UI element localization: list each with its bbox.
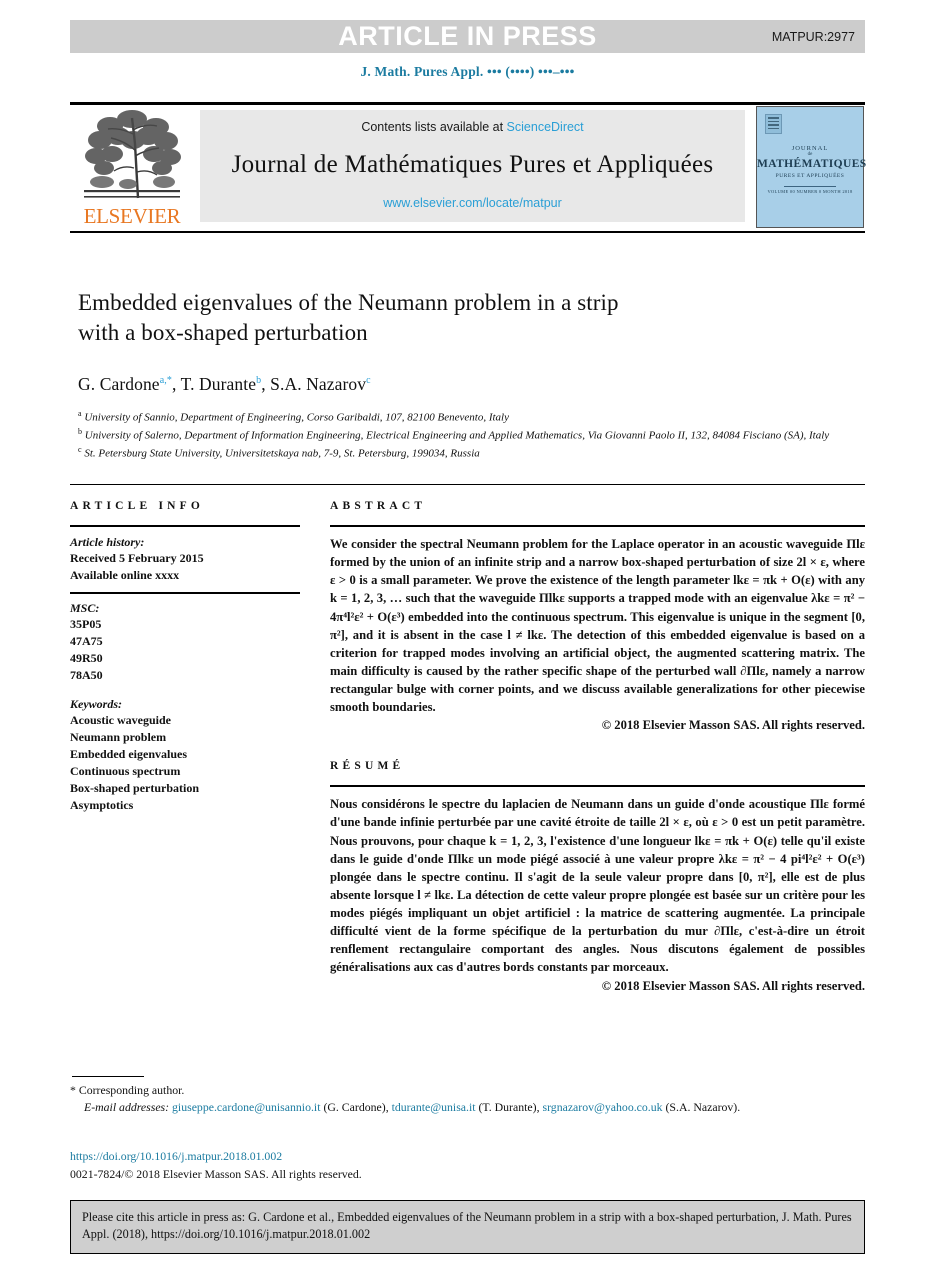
- article-history-label: Article history:: [70, 535, 145, 549]
- corresponding-author-mark: *: [70, 1083, 76, 1097]
- author-affiliation-mark: b: [256, 374, 262, 386]
- keyword-item: Embedded eigenvalues: [70, 746, 188, 761]
- article-in-press-label: ARTICLE IN PRESS: [338, 21, 597, 51]
- cover-line-mathematiques: MATHÉMATIQUES: [757, 158, 867, 170]
- footnote-divider: [72, 1076, 144, 1077]
- email-link[interactable]: tdurante@unisa.it: [392, 1100, 476, 1114]
- elsevier-logo: ELSEVIER: [72, 108, 190, 230]
- title-block: Embedded eigenvalues of the Neumann prob…: [78, 288, 868, 463]
- resume-rule: [330, 785, 865, 788]
- affiliation-mark: b: [78, 427, 82, 437]
- elsevier-tree-icon: [84, 110, 181, 199]
- cover-line-journal: JOURNAL: [791, 145, 829, 152]
- manuscript-id-label: MATPUR:2977: [771, 29, 855, 44]
- sciencedirect-link[interactable]: ScienceDirect: [507, 120, 584, 134]
- email-addresses-label: E-mail addresses:: [84, 1100, 170, 1115]
- journal-title: Journal de Mathématiques Pures et Appliq…: [231, 151, 714, 178]
- journal-homepage-link[interactable]: www.elsevier.com/locate/matpur: [383, 196, 562, 210]
- keyword-item: Asymptotics: [70, 797, 134, 812]
- keywords-label: Keywords:: [70, 696, 122, 711]
- author-name[interactable]: G. Cardone: [78, 374, 160, 394]
- affiliation-item: b University of Salerno, Department of I…: [78, 426, 868, 444]
- cover-line-de: de: [807, 152, 813, 157]
- journal-masthead: ELSEVIER Contents lists available at Sci…: [70, 102, 867, 233]
- elsevier-wordmark: ELSEVIER: [83, 204, 181, 228]
- author-name[interactable]: T. Durante: [181, 374, 257, 394]
- title-section-divider: [70, 484, 865, 485]
- journal-cover-thumbnail: JOURNAL de MATHÉMATIQUES PURES ET APPLIQ…: [756, 106, 867, 228]
- abstract-copyright: © 2018 Elsevier Masson SAS. All rights r…: [601, 718, 865, 733]
- abstract-column: ABSTRACT We consider the spectral Neuman…: [330, 500, 865, 994]
- cover-line-volume: VOLUME 00 NUMBER 0 MONTH 2018: [767, 189, 853, 194]
- cover-badge-icon: [765, 114, 782, 134]
- email-link[interactable]: giuseppe.cardone@unisannio.it: [172, 1100, 320, 1114]
- article-info-heading: ARTICLE INFO: [70, 500, 205, 512]
- paper-title-line-2: with a box-shaped perturbation: [78, 319, 368, 345]
- author-affiliation-mark: c: [366, 374, 371, 386]
- article-info-rule-top: [70, 525, 300, 527]
- affiliation-item: c St. Petersburg State University, Unive…: [78, 444, 868, 462]
- msc-code: 47A75: [70, 633, 103, 648]
- article-info-column: ARTICLE INFO Article history: Received 5…: [70, 500, 315, 994]
- resume-section: RÉSUMÉ Nous considérons le spectre du la…: [330, 760, 865, 993]
- masthead-bottom-rule: [70, 231, 865, 233]
- abstract-text: We consider the spectral Neumann problem…: [330, 537, 865, 715]
- paper-title-line-1: Embedded eigenvalues of the Neumann prob…: [78, 290, 619, 315]
- footnote-block: * Corresponding author. E-mail addresses…: [70, 1082, 865, 1116]
- article-history-received: Received 5 February 2015: [70, 551, 204, 565]
- info-abstract-columns: ARTICLE INFO Article history: Received 5…: [70, 500, 865, 994]
- contents-prefix-text: Contents lists available at: [361, 120, 507, 134]
- masthead-top-rule: [70, 102, 865, 105]
- cite-this-article-box: Please cite this article in press as: G.…: [70, 1200, 865, 1254]
- resume-text: Nous considérons le spectre du laplacien…: [330, 797, 865, 975]
- doi-block: https://doi.org/10.1016/j.matpur.2018.01…: [70, 1148, 865, 1183]
- abstract-heading: ABSTRACT: [330, 500, 427, 512]
- article-info-rule-mid: [70, 592, 300, 594]
- resume-heading: RÉSUMÉ: [330, 760, 405, 773]
- article-history-online: Available online xxxx: [70, 568, 180, 583]
- keyword-item: Box-shaped perturbation: [70, 780, 200, 795]
- author-name[interactable]: S.A. Nazarov: [270, 374, 366, 394]
- cover-divider: [784, 186, 836, 187]
- resume-copyright: © 2018 Elsevier Masson SAS. All rights r…: [601, 978, 865, 993]
- affiliation-item: a University of Sannio, Department of En…: [78, 408, 868, 426]
- msc-code: 35P05: [70, 616, 102, 631]
- msc-code: 78A50: [70, 667, 103, 682]
- corresponding-author-text: Corresponding author.: [78, 1083, 185, 1097]
- article-first-page: ARTICLE IN PRESS MATPUR:2977 J. Math. Pu…: [0, 0, 935, 1266]
- issn-copyright-line: 0021-7824/© 2018 Elsevier Masson SAS. Al…: [70, 1166, 362, 1181]
- corresponding-author-note: * Corresponding author.: [70, 1082, 865, 1099]
- email-addresses-note: E-mail addresses: giuseppe.cardone@unisa…: [84, 1100, 741, 1115]
- abstract-rule: [330, 525, 865, 527]
- affiliation-mark: c: [78, 445, 82, 455]
- affiliation-text: University of Sannio, Department of Engi…: [84, 411, 509, 424]
- affiliation-text: University of Salerno, Department of Inf…: [84, 429, 830, 442]
- journal-running-head: J. Math. Pures Appl. ••• (••••) •••–•••: [360, 64, 575, 79]
- affiliation-list: a University of Sannio, Department of En…: [78, 408, 868, 463]
- msc-code: 49R50: [70, 650, 103, 665]
- affiliation-text: St. Petersburg State University, Univers…: [84, 447, 480, 460]
- email-owner: (G. Cardone): [323, 1100, 386, 1115]
- author-list: G. Cardonea,*, T. Duranteb, S.A. Nazarov…: [78, 373, 371, 394]
- cover-text-block: JOURNAL de MATHÉMATIQUES PURES ET APPLIQ…: [757, 145, 867, 194]
- contents-panel: Contents lists available at ScienceDirec…: [200, 110, 745, 222]
- cite-this-article-text: Please cite this article in press as: G.…: [82, 1210, 852, 1242]
- author-affiliation-mark: a,*: [159, 374, 172, 386]
- msc-label: MSC:: [70, 600, 100, 615]
- affiliation-mark: a: [78, 408, 82, 418]
- email-link[interactable]: srgnazarov@yahoo.co.uk: [542, 1100, 662, 1114]
- email-owner: (T. Durante): [478, 1100, 537, 1115]
- keyword-item: Acoustic waveguide: [70, 712, 171, 727]
- article-in-press-banner: ARTICLE IN PRESS MATPUR:2977: [70, 20, 865, 53]
- cover-line-subtitle: PURES ET APPLIQUÉES: [775, 173, 845, 179]
- keyword-item: Neumann problem: [70, 729, 167, 744]
- email-owner: (S.A. Nazarov).: [665, 1100, 741, 1115]
- contents-available-line: Contents lists available at ScienceDirec…: [361, 120, 583, 134]
- page-title: Embedded eigenvalues of the Neumann prob…: [78, 288, 868, 348]
- keyword-item: Continuous spectrum: [70, 763, 181, 778]
- doi-link[interactable]: https://doi.org/10.1016/j.matpur.2018.01…: [70, 1148, 865, 1166]
